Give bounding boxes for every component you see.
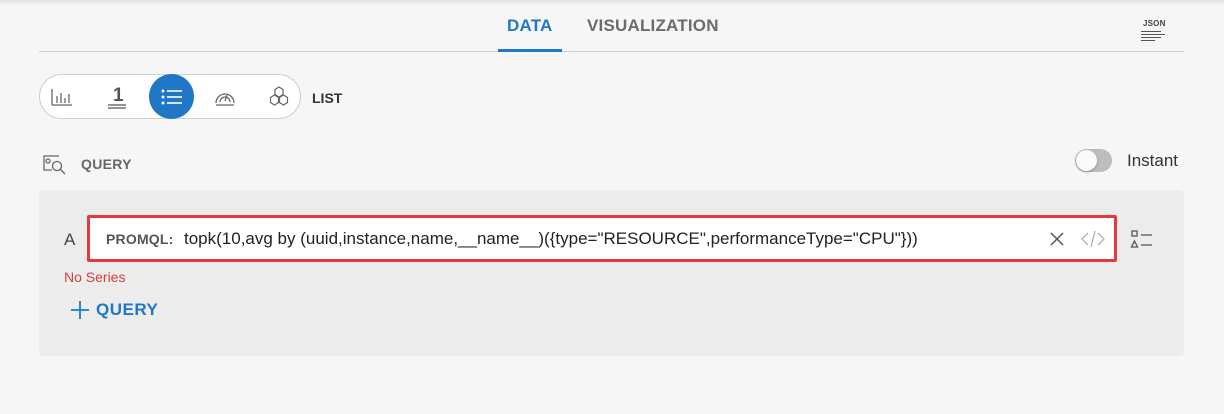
selected-visualization-label: LIST [312, 90, 343, 106]
list-button[interactable] [149, 74, 194, 119]
single-stat-icon: 1 [108, 85, 126, 109]
single-stat-button[interactable]: 1 [95, 75, 139, 118]
clear-query-icon[interactable] [1046, 228, 1068, 250]
query-editor: PROMQL: [87, 215, 1117, 262]
json-icon-line [1141, 40, 1155, 41]
bar-chart-button[interactable] [40, 75, 84, 118]
honeycomb-icon [269, 85, 289, 106]
query-search-icon [43, 155, 66, 175]
query-options-icon[interactable] [1130, 229, 1154, 249]
json-icon-line [1141, 37, 1161, 38]
gauge-icon [215, 92, 235, 106]
json-icon-line [1141, 34, 1165, 35]
promql-input[interactable] [184, 228, 1024, 250]
bar-chart-icon [51, 88, 72, 106]
query-section-title: QUERY [81, 156, 132, 172]
add-query-button[interactable]: QUERY [69, 299, 158, 321]
query-letter: A [64, 230, 76, 249]
tab-data-active-indicator [498, 49, 562, 52]
instant-toggle[interactable] [1075, 149, 1112, 172]
tab-visualization[interactable]: VISUALIZATION [587, 16, 719, 36]
instant-toggle-label: Instant [1127, 151, 1179, 170]
svg-text:1: 1 [113, 85, 124, 106]
list-icon [161, 89, 182, 104]
plus-icon [71, 301, 89, 319]
query-status-error: No Series [64, 269, 126, 285]
tab-data[interactable]: DATA [507, 16, 553, 36]
honeycomb-button[interactable] [257, 75, 301, 118]
visualization-type-selector: 1 [39, 74, 301, 119]
query-language-label: PROMQL: [106, 231, 174, 247]
json-view-button[interactable]: JSON [1141, 19, 1165, 43]
add-query-label: QUERY [96, 300, 159, 319]
editor-tabs: DATA VISUALIZATION JSON [39, 0, 1184, 52]
instant-toggle-knob [1076, 150, 1097, 171]
gauge-button[interactable] [203, 75, 247, 118]
json-icon-line [1141, 31, 1161, 32]
code-icon[interactable] [1080, 228, 1106, 250]
json-icon-text: JSON [1143, 19, 1166, 28]
